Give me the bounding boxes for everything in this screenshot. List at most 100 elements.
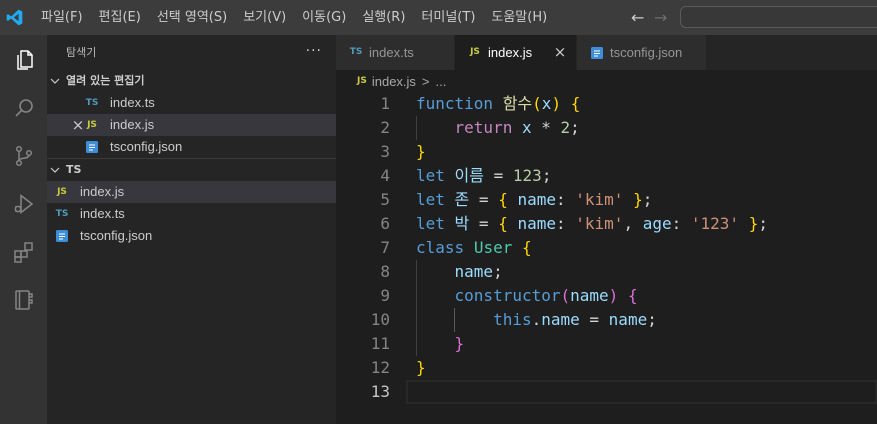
breadcrumb-file[interactable]: index.js bbox=[372, 74, 416, 89]
close-editor-button[interactable]: × bbox=[71, 114, 85, 136]
code-line[interactable]: 4 let 이름 = 123; bbox=[336, 164, 877, 188]
command-center-search[interactable] bbox=[680, 6, 877, 28]
line-text[interactable]: } bbox=[416, 356, 426, 380]
code-line[interactable]: 1 function 함수(x) { bbox=[336, 92, 877, 116]
code-token: : bbox=[556, 214, 576, 233]
breadcrumb: JS index.js > ... bbox=[336, 70, 877, 92]
line-number: 12 bbox=[370, 358, 390, 377]
chevron-down-icon bbox=[47, 162, 63, 178]
file-tree-item[interactable]: TS index.ts bbox=[47, 203, 336, 225]
line-text[interactable]: name; bbox=[416, 260, 503, 284]
tab-tsconfig[interactable]: tsconfig.json bbox=[577, 35, 707, 70]
line-text[interactable]: let 박 = { name: 'kim', age: '123' }; bbox=[416, 212, 768, 236]
code-line[interactable]: 10 this.name = name; bbox=[336, 308, 877, 332]
menu-edit[interactable]: 편집(E) bbox=[91, 0, 149, 35]
code-token: : bbox=[556, 190, 576, 209]
menu-go[interactable]: 이동(G) bbox=[294, 0, 354, 35]
line-text[interactable]: this.name = name; bbox=[416, 308, 657, 332]
menu-selection[interactable]: 선택 영역(S) bbox=[149, 0, 235, 35]
file-label: index.js bbox=[110, 117, 155, 132]
line-number: 10 bbox=[370, 310, 390, 329]
tab-label: tsconfig.json bbox=[610, 45, 683, 60]
line-number: 13 bbox=[370, 382, 390, 401]
close-tab-button[interactable]: × bbox=[553, 35, 567, 70]
explorer-button[interactable] bbox=[0, 36, 47, 84]
code-token: x bbox=[521, 118, 532, 137]
run-debug-button[interactable] bbox=[0, 180, 47, 228]
javascript-file-icon: JS bbox=[57, 187, 67, 197]
source-control-button[interactable] bbox=[0, 132, 47, 180]
line-number: 3 bbox=[380, 142, 390, 161]
folder-header[interactable]: TS bbox=[47, 158, 336, 181]
code-token: ) bbox=[608, 286, 619, 305]
menu-file[interactable]: 파일(F) bbox=[33, 0, 91, 35]
line-text[interactable]: let 존 = { name: 'kim' }; bbox=[416, 188, 652, 212]
extensions-icon bbox=[13, 242, 33, 263]
code-line[interactable]: 2 return x * 2; bbox=[336, 116, 877, 140]
file-label: index.ts bbox=[80, 206, 125, 221]
open-editor-item[interactable]: TS index.ts bbox=[47, 92, 336, 114]
typescript-file-icon: TS bbox=[349, 47, 363, 57]
search-button[interactable] bbox=[0, 84, 47, 132]
code-token: name bbox=[541, 310, 580, 329]
code-line[interactable]: 3} bbox=[336, 140, 877, 164]
line-number: 4 bbox=[380, 166, 390, 185]
line-number: 2 bbox=[380, 118, 390, 137]
menu-terminal[interactable]: 터미널(T) bbox=[413, 0, 483, 35]
chevron-down-icon bbox=[47, 73, 63, 89]
code-token: { bbox=[498, 214, 508, 233]
line-text[interactable]: class User { bbox=[416, 236, 532, 260]
file-tree-item[interactable]: tsconfig.json bbox=[47, 225, 336, 247]
line-text[interactable]: constructor(name) { bbox=[416, 284, 638, 308]
explorer-header: 탐색기 ··· bbox=[47, 35, 336, 70]
line-text[interactable]: function 함수(x) { bbox=[416, 92, 580, 116]
book-icon bbox=[14, 290, 33, 310]
code-line[interactable]: 6 let 박 = { name: 'kim', age: '123' }; bbox=[336, 212, 877, 236]
more-actions-button[interactable]: ··· bbox=[306, 35, 322, 68]
code-line[interactable]: 7 class User { bbox=[336, 236, 877, 260]
tab-index-ts[interactable]: TS index.ts bbox=[336, 35, 455, 70]
breadcrumb-symbol[interactable]: ... bbox=[436, 74, 447, 89]
open-editor-item[interactable]: × JS index.js bbox=[47, 114, 336, 136]
code-token: 2 bbox=[560, 118, 571, 137]
menu-run[interactable]: 실행(R) bbox=[354, 0, 413, 35]
code-editor[interactable]: 1 function 함수(x) {2 return x * 2; 3} 4 let 이… bbox=[336, 92, 877, 424]
open-editor-item[interactable]: tsconfig.json bbox=[47, 136, 336, 158]
line-number: 1 bbox=[380, 94, 390, 113]
code-line[interactable]: 12} bbox=[336, 356, 877, 380]
code-token: ( bbox=[560, 286, 571, 305]
line-text[interactable]: let 이름 = 123; bbox=[416, 164, 551, 188]
search-icon bbox=[14, 99, 33, 117]
code-token: } bbox=[748, 214, 759, 233]
code-token: ; bbox=[493, 262, 503, 281]
code-token: . bbox=[531, 310, 542, 329]
code-line[interactable]: 13 bbox=[336, 380, 877, 404]
line-text[interactable]: return x * 2; bbox=[416, 116, 580, 140]
tab-index-js[interactable]: JS index.js × bbox=[455, 35, 577, 70]
file-label: index.js bbox=[80, 184, 125, 199]
code-line[interactable]: 9 constructor(name) { bbox=[336, 284, 877, 308]
open-editors-header[interactable]: 열려 있는 편집기 bbox=[47, 70, 336, 92]
file-label: index.ts bbox=[110, 95, 155, 110]
code-line[interactable]: 8 name; bbox=[336, 260, 877, 284]
forward-arrow-icon[interactable]: → bbox=[654, 0, 667, 35]
code-line[interactable]: 5 let 존 = { name: 'kim' }; bbox=[336, 188, 877, 212]
extensions-button[interactable] bbox=[0, 228, 47, 276]
menu-help[interactable]: 도움말(H) bbox=[483, 0, 555, 35]
code-token: ( bbox=[532, 94, 542, 113]
code-line[interactable]: 11 } bbox=[336, 332, 877, 356]
source-control-icon bbox=[15, 145, 32, 167]
code-token: ; bbox=[647, 310, 657, 329]
line-text[interactable]: } bbox=[416, 140, 426, 164]
line-text[interactable]: } bbox=[416, 332, 465, 356]
back-arrow-icon[interactable]: ← bbox=[631, 0, 644, 35]
book-button[interactable] bbox=[0, 276, 47, 324]
section-label: TS bbox=[66, 163, 82, 176]
javascript-file-icon: JS bbox=[470, 47, 480, 57]
menu-view[interactable]: 보기(V) bbox=[235, 0, 294, 35]
file-tree-item[interactable]: JS index.js bbox=[47, 181, 336, 203]
breadcrumb-separator: > bbox=[421, 73, 430, 89]
code-token: { bbox=[570, 94, 581, 113]
vscode-logo-icon[interactable] bbox=[6, 9, 23, 26]
